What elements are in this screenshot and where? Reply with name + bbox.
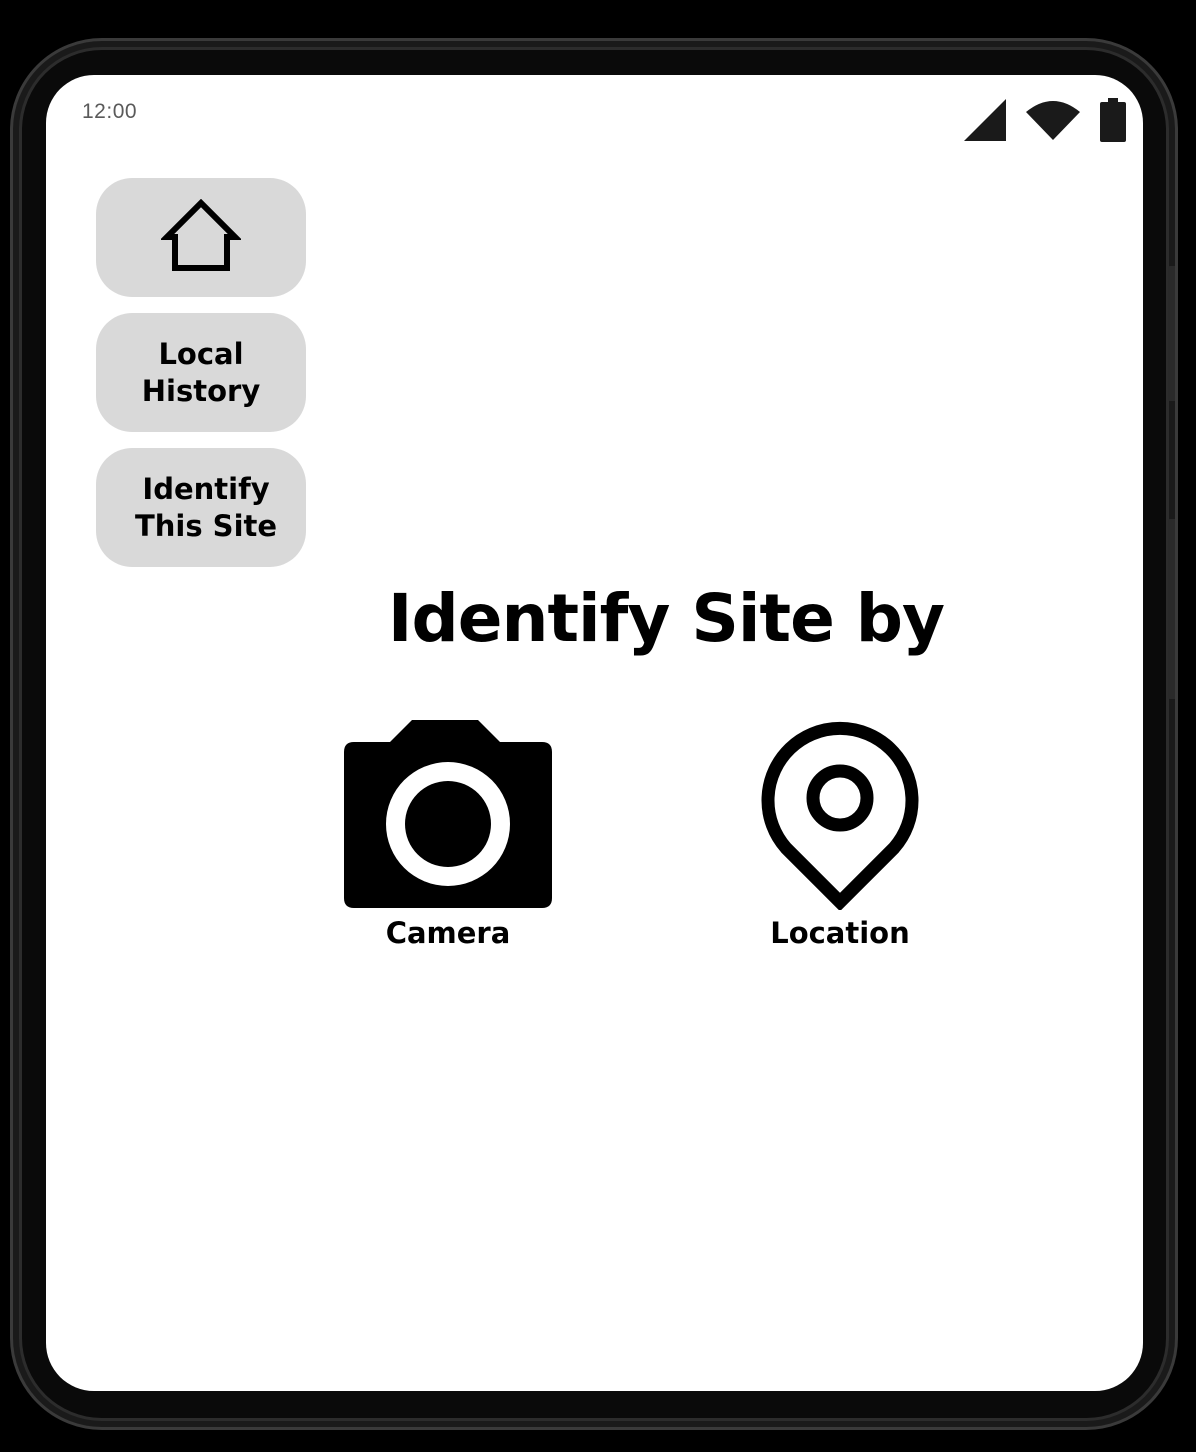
status-time: 12:00 bbox=[82, 100, 138, 123]
identify-site-button[interactable]: Identify This Site bbox=[96, 448, 306, 567]
page-title: Identify Site by bbox=[387, 580, 945, 657]
wifi-icon bbox=[1025, 98, 1081, 146]
camera-icon bbox=[342, 718, 554, 914]
location-pin-icon bbox=[760, 718, 920, 914]
cellular-signal-icon bbox=[963, 98, 1007, 146]
power-button bbox=[1168, 519, 1175, 699]
screen: 12:00 Local History Identify This Site I… bbox=[46, 75, 1143, 1391]
camera-label: Camera bbox=[385, 916, 511, 950]
home-button[interactable] bbox=[96, 178, 306, 297]
battery-icon bbox=[1099, 98, 1127, 146]
volume-button bbox=[1168, 266, 1175, 401]
location-option[interactable]: Location bbox=[710, 718, 970, 950]
location-label: Location bbox=[770, 916, 910, 950]
home-icon bbox=[159, 198, 243, 277]
status-icons bbox=[963, 98, 1127, 146]
local-history-label: Local History bbox=[141, 336, 261, 408]
local-history-button[interactable]: Local History bbox=[96, 313, 306, 432]
camera-option[interactable]: Camera bbox=[318, 718, 578, 950]
identify-site-label: Identify This Site bbox=[134, 471, 278, 543]
